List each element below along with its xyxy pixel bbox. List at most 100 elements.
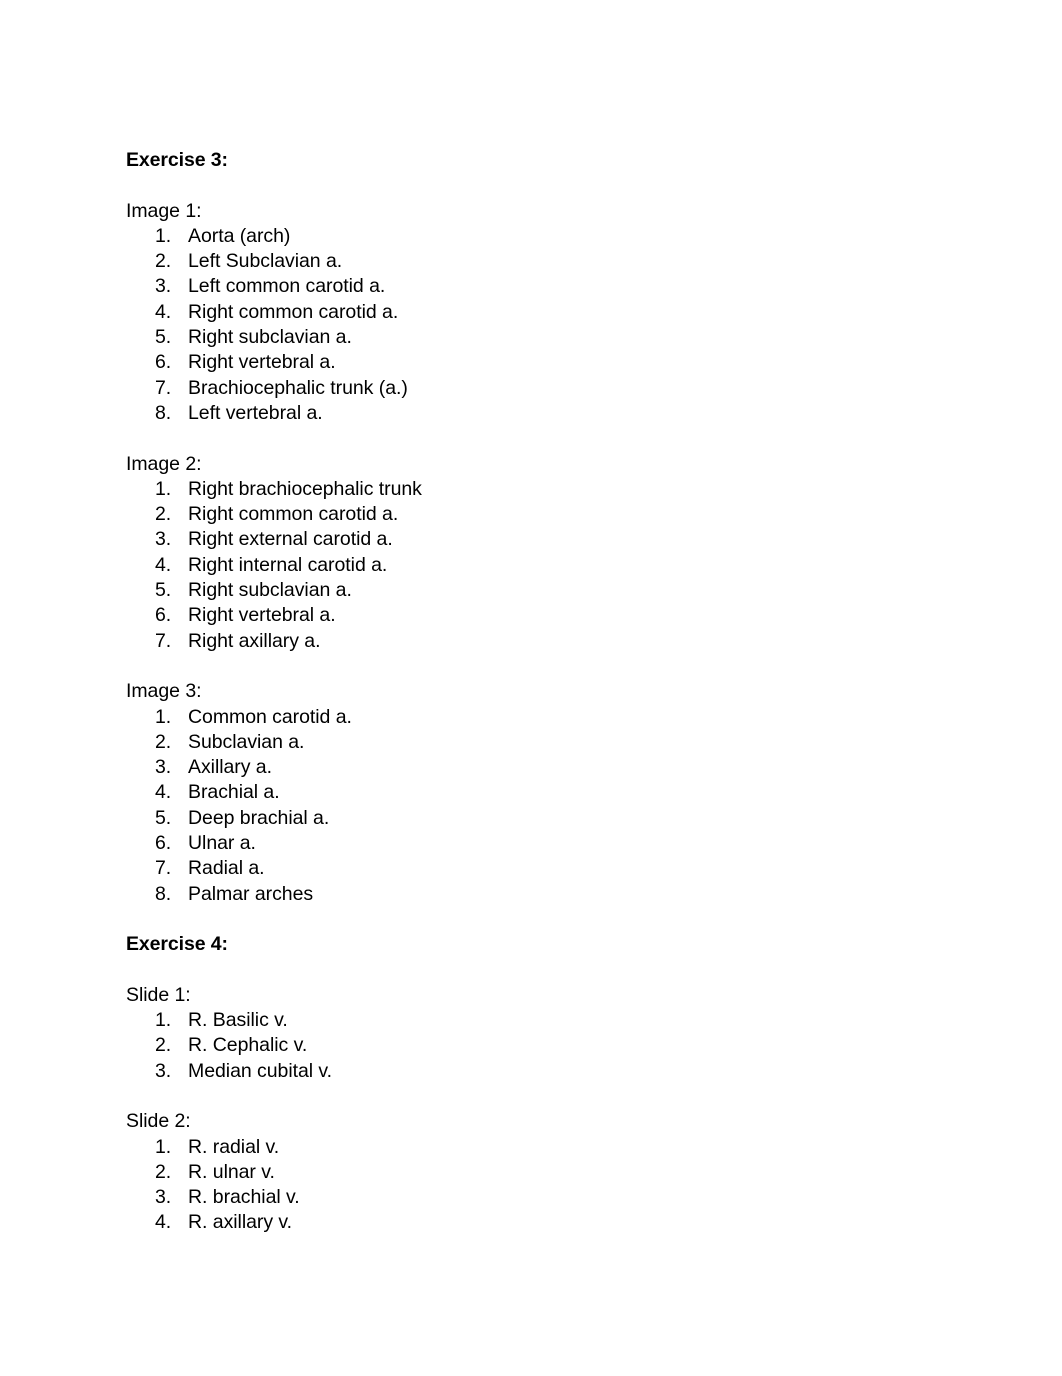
list-marker: 2. (155, 1160, 172, 1183)
list-item-label: Right axillary a. (188, 629, 321, 652)
list-item: 8. Palmar arches (126, 882, 926, 907)
list-marker: 1. (155, 477, 172, 500)
list-image-2: 1. Right brachiocephalic trunk 2. Right … (126, 477, 926, 654)
list-item-label: R. Basilic v. (188, 1009, 288, 1032)
list-marker: 6. (155, 604, 172, 627)
section-heading-exercise-4: Exercise 4: (126, 933, 228, 956)
list-item: 1. Common carotid a. (126, 705, 926, 730)
list-item: 2. Right common carotid a. (126, 502, 926, 527)
list-slide-1: 1. R. Basilic v. 2. R. Cephalic v. 3. Me… (126, 1008, 926, 1084)
list-item: 1. Aorta (arch) (126, 224, 926, 249)
list-marker: 3. (155, 528, 172, 551)
list-item: 6. Right vertebral a. (126, 603, 926, 628)
list-item: 4. Right internal carotid a. (126, 553, 926, 578)
list-marker: 1. (155, 224, 172, 247)
list-marker: 3. (155, 1059, 172, 1082)
list-marker: 1. (155, 1009, 172, 1032)
list-item-label: Palmar arches (188, 882, 314, 905)
list-marker: 5. (155, 326, 172, 349)
list-item-label: Right common carotid a. (188, 503, 399, 526)
list-image-1: 1. Aorta (arch) 2. Left Subclavian a. 3.… (126, 224, 926, 426)
list-marker: 7. (155, 376, 172, 399)
list-item-label: Median cubital v. (188, 1059, 333, 1082)
list-item-label: Right vertebral a. (188, 351, 336, 374)
list-item: 4. R. axillary v. (126, 1210, 926, 1235)
list-item-label: Right external carotid a. (188, 528, 393, 551)
list-item-label: Common carotid a. (188, 705, 352, 728)
list-item-label: Left vertebral a. (188, 401, 323, 424)
list-item: 3. R. brachial v. (126, 1185, 926, 1210)
list-item: 4. Right common carotid a. (126, 300, 926, 325)
list-item-label: Left Subclavian a. (188, 250, 343, 273)
list-item: 6. Ulnar a. (126, 831, 926, 856)
list-item-label: R. axillary v. (188, 1211, 293, 1234)
list-item-label: Right vertebral a. (188, 604, 336, 627)
list-marker: 7. (155, 629, 172, 652)
list-item-label: Right brachiocephalic trunk (188, 477, 422, 500)
list-item-label: Aorta (arch) (188, 224, 291, 247)
list-item-label: R. radial v. (188, 1135, 280, 1158)
list-marker: 7. (155, 857, 172, 880)
list-marker: 6. (155, 351, 172, 374)
list-item: 5. Right subclavian a. (126, 578, 926, 603)
list-marker: 8. (155, 882, 172, 905)
list-marker: 5. (155, 806, 172, 829)
list-marker: 1. (155, 1135, 172, 1158)
list-item-label: R. brachial v. (188, 1186, 300, 1209)
list-item: 2. R. ulnar v. (126, 1160, 926, 1185)
list-marker: 4. (155, 1211, 172, 1234)
list-item: 1. Right brachiocephalic trunk (126, 477, 926, 502)
list-item-label: Brachial a. (188, 781, 280, 804)
list-marker: 8. (155, 401, 172, 424)
list-item-label: Radial a. (188, 857, 265, 880)
list-marker: 3. (155, 1186, 172, 1209)
group-label-slide-2: Slide 2: (126, 1110, 191, 1133)
list-item-label: Right subclavian a. (188, 579, 352, 602)
list-item: 1. R. radial v. (126, 1135, 926, 1160)
list-item: 3. Left common carotid a. (126, 274, 926, 299)
list-item-label: Left common carotid a. (188, 275, 386, 298)
list-item: 2. Subclavian a. (126, 730, 926, 755)
list-marker: 2. (155, 730, 172, 753)
list-item: 3. Right external carotid a. (126, 527, 926, 552)
list-item: 3. Axillary a. (126, 755, 926, 780)
list-item: 6. Right vertebral a. (126, 350, 926, 375)
list-marker: 3. (155, 756, 172, 779)
list-marker: 2. (155, 250, 172, 273)
document-page: Exercise 3: Image 1: 1. Aorta (arch) 2. … (0, 0, 1062, 1376)
list-item: 4. Brachial a. (126, 780, 926, 805)
list-item: 1. R. Basilic v. (126, 1008, 926, 1033)
list-item-label: Right common carotid a. (188, 300, 399, 323)
list-item: 5. Deep brachial a. (126, 806, 926, 831)
group-label-image-2: Image 2: (126, 452, 202, 475)
list-slide-2: 1. R. radial v. 2. R. ulnar v. 3. R. bra… (126, 1135, 926, 1236)
list-item: 2. R. Cephalic v. (126, 1033, 926, 1058)
list-marker: 1. (155, 705, 172, 728)
list-item: 5. Right subclavian a. (126, 325, 926, 350)
list-item-label: Subclavian a. (188, 730, 305, 753)
list-item-label: R. Cephalic v. (188, 1034, 308, 1057)
list-item-label: Ulnar a. (188, 832, 256, 855)
list-item: 7. Brachiocephalic trunk (a.) (126, 376, 926, 401)
list-marker: 6. (155, 832, 172, 855)
list-marker: 3. (155, 275, 172, 298)
list-item-label: Brachiocephalic trunk (a.) (188, 376, 408, 399)
list-item: 8. Left vertebral a. (126, 401, 926, 426)
list-item-label: R. ulnar v. (188, 1160, 275, 1183)
list-marker: 4. (155, 781, 172, 804)
list-item-label: Deep brachial a. (188, 806, 330, 829)
document-body: Exercise 3: Image 1: 1. Aorta (arch) 2. … (126, 148, 926, 1236)
section-heading-exercise-3: Exercise 3: (126, 149, 228, 171)
group-label-image-3: Image 3: (126, 680, 202, 703)
list-image-3: 1. Common carotid a. 2. Subclavian a. 3.… (126, 705, 926, 907)
list-item: 2. Left Subclavian a. (126, 249, 926, 274)
list-marker: 4. (155, 300, 172, 323)
list-item: 7. Radial a. (126, 856, 926, 881)
list-item: 7. Right axillary a. (126, 629, 926, 654)
